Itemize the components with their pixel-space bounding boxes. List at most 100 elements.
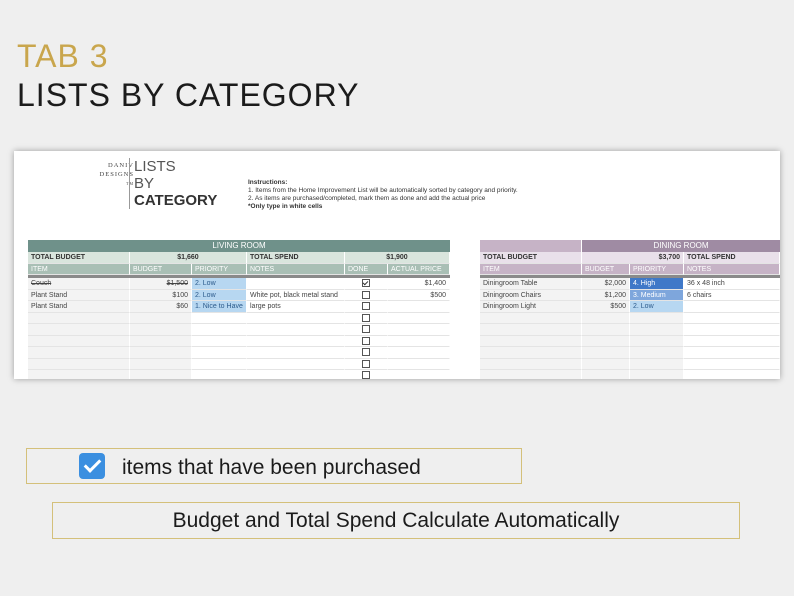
dining-room-table: DINING ROOM TOTAL BUDGET $3,700 TOTAL SP… [480,240,780,379]
cell-item: Diningroom Chairs [480,289,582,301]
cell-item [28,324,130,336]
cell-budget [130,312,192,324]
table-row [28,358,450,370]
cell-item: Plant Stand [28,289,130,301]
cell-budget [582,370,630,379]
cell-priority: 2. Low [630,301,684,313]
cell-priority [192,347,247,359]
done-checkbox[interactable] [362,313,370,322]
dining-room-banner: DINING ROOM [480,240,780,252]
purchased-legend-text: items that have been purchased [122,456,421,479]
table-row [480,370,780,379]
cell-priority: 4. High [630,278,684,290]
cell-priority [630,358,684,370]
dining-total-budget: $3,700 [582,252,684,264]
cell-priority [192,335,247,347]
living-room-table: LIVING ROOM TOTAL BUDGET $1,660 TOTAL SP… [28,240,450,379]
tab-number-heading: TAB 3 [17,38,109,74]
cell-priority: 3. Medium [630,289,684,301]
cell-done[interactable] [345,370,388,379]
done-checkbox[interactable] [362,371,370,379]
instructions: Instructions: 1. Items from the Home Imp… [248,179,518,210]
cell-done[interactable] [345,324,388,336]
cell-item [480,324,582,336]
cell-priority [630,347,684,359]
table-row: Plant Stand $60 1. Nice to Have large pots [28,301,450,313]
cell-budget [582,312,630,324]
done-checkbox[interactable] [362,325,370,334]
table-row [480,324,780,336]
done-checkbox[interactable] [362,279,370,288]
cell-actual [388,347,450,359]
cell-done[interactable] [345,347,388,359]
cell-actual [388,312,450,324]
table-row [28,335,450,347]
table-row [28,347,450,359]
checkbox-icon [79,453,105,479]
cell-notes: White pot, black metal stand [247,289,345,301]
sheet-title: LISTS BY CATEGORY [129,158,217,209]
living-total-spend: $1,900 [345,252,450,264]
cell-budget [130,335,192,347]
dining-room-totals: TOTAL BUDGET $3,700 TOTAL SPEND [480,252,780,264]
cell-item [28,370,130,379]
cell-item [480,312,582,324]
cell-actual [388,370,450,379]
cell-notes [684,335,780,347]
cell-item [28,358,130,370]
cell-priority [630,335,684,347]
cell-done[interactable] [345,335,388,347]
cell-done[interactable] [345,312,388,324]
done-checkbox[interactable] [362,302,370,311]
table-row: Plant Stand $100 2. Low White pot, black me… [28,289,450,301]
living-total-budget: $1,660 [130,252,247,264]
cell-budget: $1,200 [582,289,630,301]
cell-notes [684,312,780,324]
cell-notes [247,278,345,290]
cell-actual [388,301,450,313]
cell-budget [582,324,630,336]
cell-budget [582,335,630,347]
cell-priority [192,358,247,370]
table-row: Diningroom Chairs $1,200 3. Medium 6 chairs [480,289,780,301]
cell-budget: $500 [582,301,630,313]
table-row [28,370,450,379]
cell-budget: $1,500 [130,278,192,290]
cell-notes [247,347,345,359]
table-row [480,358,780,370]
cell-notes [247,335,345,347]
table-row [28,312,450,324]
cell-notes [684,347,780,359]
table-row [480,312,780,324]
cell-actual: $500 [388,289,450,301]
cell-done[interactable] [345,358,388,370]
cell-notes [247,312,345,324]
cell-budget [130,370,192,379]
cell-notes: large pots [247,301,345,313]
done-checkbox[interactable] [362,290,370,299]
cell-actual [388,358,450,370]
cell-notes [247,358,345,370]
done-checkbox[interactable] [362,336,370,345]
cell-budget: $2,000 [582,278,630,290]
cell-budget [582,347,630,359]
cell-notes [247,370,345,379]
cell-item [480,358,582,370]
cell-done[interactable] [345,301,388,313]
dining-room-header: ITEM BUDGET PRIORITY NOTES [480,263,780,275]
table-row [28,324,450,336]
done-checkbox[interactable] [362,348,370,357]
cell-priority [192,324,247,336]
cell-done[interactable] [345,289,388,301]
cell-priority [192,370,247,379]
cell-done[interactable] [345,278,388,290]
cell-item [480,370,582,379]
cell-budget: $60 [130,301,192,313]
done-checkbox[interactable] [362,359,370,368]
cell-budget [130,358,192,370]
cell-item: Plant Stand [28,301,130,313]
table-row [480,347,780,359]
cell-budget: $100 [130,289,192,301]
living-room-banner: LIVING ROOM [28,240,450,252]
cell-budget [130,324,192,336]
